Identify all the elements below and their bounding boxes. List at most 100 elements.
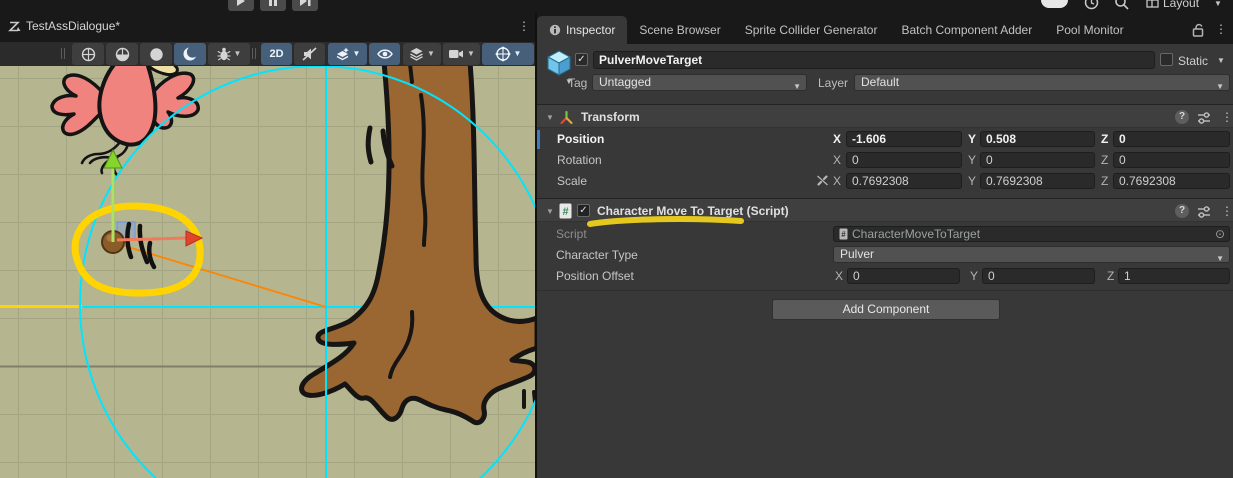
add-component-button[interactable]: Add Component (772, 299, 1000, 320)
character-type-value: Pulver (840, 247, 874, 261)
audio-mute-icon (302, 47, 317, 61)
rotation-y-field[interactable]: 0 (980, 152, 1095, 168)
tab-inspector[interactable]: Inspector (537, 16, 627, 44)
pause-icon (268, 0, 278, 7)
axis-z-label: Z (1107, 269, 1114, 283)
axis-z-label: Z (1101, 132, 1108, 146)
script-object-field[interactable]: # CharacterMoveToTarget ⊙ (833, 226, 1230, 242)
help-icon[interactable]: ? (1175, 110, 1189, 124)
step-button[interactable] (292, 0, 318, 11)
gameobject-active-checkbox[interactable]: ✓ (575, 53, 588, 66)
tag-dropdown[interactable]: Untagged ▼ (592, 74, 807, 91)
scene-tab-menu-icon[interactable]: ⋮ (518, 19, 530, 33)
presets-icon[interactable] (1197, 111, 1211, 124)
overlay-handle[interactable] (252, 48, 253, 59)
layers-dropdown[interactable]: ▼ (403, 43, 441, 65)
overlay-handle[interactable] (64, 48, 65, 59)
visibility-toggle[interactable] (369, 43, 400, 65)
annotation-yellow-underline (585, 215, 747, 229)
search-icon[interactable] (1114, 0, 1129, 10)
crescent-toggle[interactable] (174, 43, 206, 65)
2d-label: 2D (269, 48, 283, 60)
foldout-icon[interactable]: ▼ (546, 113, 554, 122)
tab-label: Inspector (566, 23, 615, 37)
script-menu-icon[interactable]: ⋮ (1221, 204, 1233, 218)
axis-x-label: X (833, 132, 841, 146)
presets-icon[interactable] (1197, 205, 1211, 218)
layout-caret-icon[interactable]: ▼ (1214, 0, 1222, 8)
tab-batch-component-adder[interactable]: Batch Component Adder (889, 16, 1044, 44)
pause-button[interactable] (260, 0, 286, 11)
audio-mute-toggle[interactable] (294, 43, 325, 65)
scene-tab-bar: TestAssDialogue* ⋮ (0, 12, 537, 42)
character-type-label: Character Type (556, 248, 638, 262)
tab-sprite-collider-generator[interactable]: Sprite Collider Generator (733, 16, 890, 44)
transform-title: Transform (581, 110, 640, 124)
solid-sphere-toggle[interactable] (140, 43, 172, 65)
debug-dropdown[interactable]: ▼ (208, 43, 250, 65)
scale-y-field[interactable]: 0.7692308 (980, 173, 1095, 189)
cloud-button[interactable] (1041, 0, 1068, 8)
scene-tab-title[interactable]: TestAssDialogue* (26, 19, 120, 33)
help-icon[interactable]: ? (1175, 204, 1189, 218)
tag-value: Untagged (599, 75, 651, 89)
caret-down-icon: ▼ (514, 50, 522, 58)
bug-icon (217, 47, 231, 61)
offset-y-field[interactable]: 0 (982, 268, 1095, 284)
object-picker-icon[interactable]: ⊙ (1215, 227, 1225, 241)
half-sphere-icon (115, 47, 130, 62)
foldout-icon[interactable]: ▼ (546, 207, 554, 216)
scene-canvas[interactable] (0, 66, 537, 478)
layout-grid-icon[interactable] (1146, 0, 1160, 9)
play-icon (236, 0, 246, 7)
scale-z-field[interactable]: 0.7692308 (1113, 173, 1230, 189)
half-sphere-toggle[interactable] (106, 43, 138, 65)
static-checkbox[interactable] (1160, 53, 1173, 66)
overlay-handle[interactable] (255, 48, 256, 59)
layout-dropdown[interactable]: Layout (1163, 0, 1199, 10)
override-indicator-bar (537, 130, 540, 149)
layer-label: Layer (818, 76, 848, 90)
solid-sphere-icon (149, 47, 164, 62)
static-caret-icon[interactable]: ▼ (1217, 57, 1225, 65)
broken-link-icon[interactable] (816, 174, 829, 187)
tab-label: Pool Monitor (1056, 23, 1123, 37)
scene-panel: TestAssDialogue* ⋮ ▼ 2D (0, 12, 537, 478)
tab-pool-monitor[interactable]: Pool Monitor (1044, 16, 1135, 44)
rotation-z-field[interactable]: 0 (1113, 152, 1230, 168)
transform-menu-icon[interactable]: ⋮ (1221, 110, 1233, 124)
history-clock-icon[interactable] (1084, 0, 1099, 10)
layer-dropdown[interactable]: Default ▼ (854, 74, 1230, 91)
transform-header[interactable]: ▼ Transform ? ⋮ (537, 104, 1233, 128)
tag-label: Tag (568, 76, 587, 90)
caret-down-icon: ▼ (353, 50, 361, 58)
axis-y-label: Y (968, 153, 976, 167)
camera-dropdown[interactable]: ▼ (443, 43, 480, 65)
scale-x-field[interactable]: 0.7692308 (846, 173, 962, 189)
effects-dropdown[interactable]: ▼ (328, 43, 367, 65)
gizmos-dropdown[interactable]: ▼ (482, 43, 534, 65)
static-label: Static (1178, 54, 1208, 68)
offset-x-field[interactable]: 0 (847, 268, 960, 284)
play-button[interactable] (228, 0, 254, 11)
offset-z-field[interactable]: 1 (1118, 268, 1230, 284)
tab-scene-browser[interactable]: Scene Browser (627, 16, 732, 44)
character-type-dropdown[interactable]: Pulver ▼ (833, 246, 1230, 263)
caret-down-icon: ▼ (793, 79, 801, 94)
crescent-moon-icon (182, 46, 198, 62)
position-z-field[interactable]: 0 (1113, 131, 1230, 147)
scale-label: Scale (557, 174, 587, 188)
inspector-menu-icon[interactable]: ⋮ (1215, 22, 1227, 36)
info-icon (549, 24, 561, 36)
lock-open-icon[interactable] (1192, 23, 1204, 37)
overlay-handle[interactable] (61, 48, 62, 59)
inspector-tab-bar: Inspector Scene Browser Sprite Collider … (537, 16, 1233, 44)
gizmo-sphere-icon (495, 46, 511, 62)
wire-sphere-toggle[interactable] (72, 43, 104, 65)
position-x-field[interactable]: -1.606 (846, 131, 962, 147)
position-y-field[interactable]: 0.508 (980, 131, 1095, 147)
2d-toggle[interactable]: 2D (261, 43, 292, 65)
rotation-x-field[interactable]: 0 (846, 152, 962, 168)
gameobject-cube-icon (544, 48, 574, 78)
gameobject-name-field[interactable]: PulverMoveTarget (593, 51, 1155, 69)
